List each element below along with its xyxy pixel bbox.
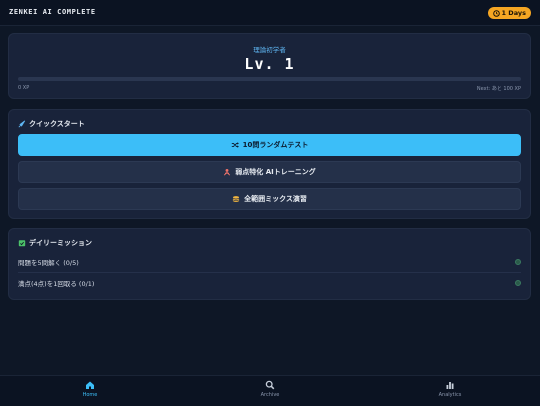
nav-analytics[interactable]: Analytics: [420, 380, 480, 398]
level-card: 理論初学者 Lv. 1 0 XP Next: あと 100 XP: [8, 33, 531, 99]
quick-start-label: クイックスタート: [29, 120, 85, 128]
streak-clock-icon: [492, 9, 500, 17]
nav-archive[interactable]: Archive: [240, 380, 300, 398]
nav-home-label: Home: [82, 392, 98, 398]
random-test-button[interactable]: 10問ランダムテスト: [18, 134, 521, 156]
random-test-label: 10問ランダムテスト: [242, 141, 309, 149]
level-value: Lv. 1: [244, 55, 295, 73]
nav-analytics-label: Analytics: [438, 392, 462, 398]
top-bar: ZENKEI AI COMPLETE 1 Days: [0, 0, 540, 26]
xp-next: Next: あと 100 XP: [476, 86, 521, 92]
mission-item: 満点(4点)を1回取る (0/1): [18, 273, 521, 293]
calendar-check-icon: [18, 240, 26, 247]
quick-start-card: クイックスタート 10問ランダムテスト 弱点特化 AIトレーニング 全範囲ミック…: [8, 109, 531, 219]
daily-mission-title: デイリーミッション: [18, 238, 92, 248]
search-icon: [265, 380, 275, 390]
streak-label: 1 Days: [501, 9, 526, 17]
streak-badge[interactable]: 1 Days: [487, 7, 531, 19]
xp-current: 0 XP: [18, 85, 30, 91]
nav-home[interactable]: Home: [60, 380, 120, 398]
app-title: ZENKEI AI COMPLETE: [9, 8, 96, 16]
bottom-nav: Home Archive Analytics: [0, 375, 540, 406]
quick-start-title: クイックスタート: [18, 119, 85, 129]
mix-practice-button[interactable]: 全範囲ミックス演習: [18, 188, 521, 210]
stack-icon: [232, 196, 240, 203]
weakness-training-button[interactable]: 弱点特化 AIトレーニング: [18, 161, 521, 183]
weakness-training-label: 弱点特化 AIトレーニング: [235, 168, 316, 176]
bar-chart-icon: [446, 382, 454, 389]
mission-status-dot: [515, 259, 521, 265]
mission-label: 満点(4点)を1回取る (0/1): [18, 280, 95, 288]
shuffle-icon: [231, 142, 239, 148]
daily-mission-label: デイリーミッション: [29, 239, 92, 247]
mission-status-dot: [515, 280, 521, 286]
daily-mission-card: デイリーミッション 問題を5問解く (0/5) 満点(4点)を1回取る (0/1…: [8, 228, 531, 300]
rocket-icon: [18, 120, 26, 128]
mission-item: 問題を5問解く (0/5): [18, 252, 521, 273]
mission-label: 問題を5問解く (0/5): [18, 259, 79, 267]
rank-title: 理論初学者: [253, 46, 286, 54]
mix-practice-label: 全範囲ミックス演習: [244, 195, 307, 203]
xp-progress-bar: [18, 77, 521, 81]
target-person-icon: [224, 168, 231, 176]
home-icon: [86, 381, 94, 389]
nav-archive-label: Archive: [260, 392, 280, 398]
